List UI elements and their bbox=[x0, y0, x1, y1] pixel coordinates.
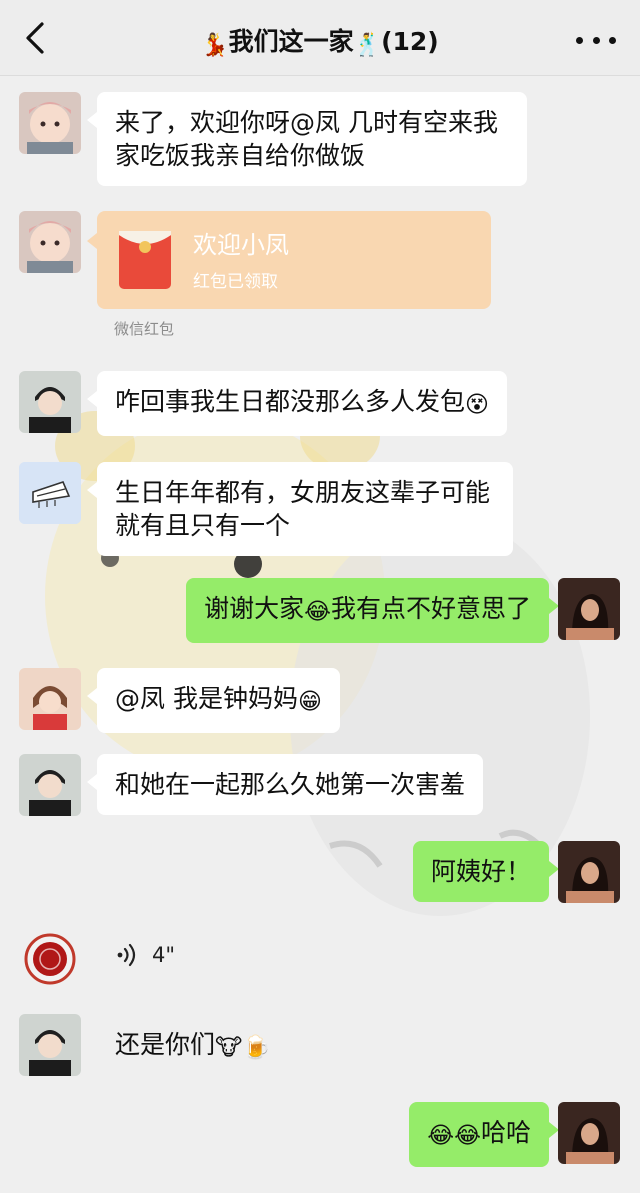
red-packet-card[interactable]: 欢迎小凤 红包已领取 bbox=[87, 211, 491, 309]
man-dancing-emoji-icon: 🕺 bbox=[353, 33, 382, 58]
message-text-plain[interactable]: 还是你们🐮🍺 bbox=[97, 1014, 289, 1079]
self-avatar[interactable] bbox=[558, 578, 620, 640]
voice-duration: 4" bbox=[152, 943, 176, 967]
seal-avatar-icon bbox=[24, 933, 76, 985]
dancer-emoji-icon: 💃 bbox=[201, 33, 229, 58]
message-bubble[interactable]: @凤 我是钟妈妈😁 bbox=[87, 668, 340, 733]
message-text: 和她在一起那么久她第一次害羞 bbox=[115, 770, 466, 799]
message-text: 还是你们 bbox=[115, 1030, 216, 1059]
avatar[interactable] bbox=[19, 462, 81, 524]
chat-header: 💃我们这一家🕺(12) bbox=[0, 0, 640, 76]
message-text: 生日年年都有，女朋友这辈子可能就有且只有一个 bbox=[115, 478, 491, 540]
message-bubble-self[interactable]: 阿姨好！ bbox=[412, 841, 560, 902]
avatar[interactable] bbox=[19, 92, 81, 154]
red-packet-status: 红包已领取 bbox=[193, 272, 278, 292]
tears-of-joy-emoji-icon: 😂 bbox=[304, 599, 331, 625]
red-packet-title: 欢迎小凤 bbox=[193, 231, 289, 259]
voice-wave-icon bbox=[117, 943, 136, 967]
message-text: 来了，欢迎你呀@凤 几时有空来我家吃饭我亲自给你做饭 bbox=[115, 108, 498, 170]
more-options-button[interactable] bbox=[576, 22, 616, 58]
girl-avatar-icon bbox=[19, 668, 81, 730]
message-text: 哈哈 bbox=[480, 1118, 531, 1147]
message-text: 阿姨好！ bbox=[430, 857, 531, 886]
dot-icon bbox=[592, 36, 600, 44]
red-envelope-icon bbox=[119, 231, 171, 289]
grin-emoji-icon: 😁 bbox=[297, 689, 322, 715]
woman-avatar-icon bbox=[558, 578, 620, 640]
dot-icon bbox=[576, 36, 583, 44]
dizzy-emoji-icon: 😵 bbox=[465, 392, 489, 418]
baby-avatar-icon bbox=[19, 211, 81, 273]
tears-of-joy-emoji-icon: 😂😂 bbox=[427, 1123, 481, 1149]
beer-emoji-icon: 🍺 bbox=[242, 1035, 271, 1061]
avatar[interactable] bbox=[19, 754, 81, 816]
message-bubble[interactable]: 咋回事我生日都没那么多人发包😵 bbox=[87, 371, 507, 436]
woman-avatar-icon bbox=[558, 841, 620, 903]
red-packet-label: 微信红包 bbox=[114, 320, 175, 338]
woman-avatar-icon bbox=[558, 1102, 620, 1164]
chat-area[interactable]: 来了，欢迎你呀@凤 几时有空来我家吃饭我亲自给你做饭 欢迎小凤 红包已领取 微信… bbox=[0, 76, 640, 1193]
message-text: 谢谢大家 bbox=[204, 594, 305, 623]
message-bubble[interactable]: 来了，欢迎你呀@凤 几时有空来我家吃饭我亲自给你做饭 bbox=[87, 92, 527, 186]
avatar[interactable] bbox=[19, 211, 81, 273]
self-avatar[interactable] bbox=[558, 841, 620, 903]
young-man-avatar-icon bbox=[19, 1014, 81, 1076]
message-bubble[interactable]: 和她在一起那么久她第一次害羞 bbox=[86, 754, 484, 815]
message-bubble-self[interactable]: 😂😂哈哈 bbox=[409, 1102, 559, 1167]
cake-avatar-icon bbox=[19, 462, 81, 524]
avatar[interactable] bbox=[19, 668, 81, 730]
group-name: 我们这一家 bbox=[228, 27, 354, 56]
avatar[interactable] bbox=[19, 371, 81, 433]
message-text: 咋回事我生日都没那么多人发包 bbox=[115, 387, 466, 416]
cow-emoji-icon: 🐮 bbox=[215, 1035, 243, 1061]
voice-message[interactable]: 4" bbox=[116, 942, 175, 968]
young-man-avatar-icon bbox=[19, 371, 81, 433]
self-avatar[interactable] bbox=[558, 1102, 620, 1164]
avatar[interactable] bbox=[19, 928, 81, 990]
member-count: (12) bbox=[381, 27, 439, 56]
message-bubble-self[interactable]: 谢谢大家😂我有点不好意思了 bbox=[186, 578, 559, 643]
baby-avatar-icon bbox=[19, 92, 81, 154]
young-man-avatar-icon bbox=[19, 754, 81, 816]
dot-icon bbox=[609, 36, 616, 44]
avatar[interactable] bbox=[19, 1014, 81, 1076]
message-bubble[interactable]: 生日年年都有，女朋友这辈子可能就有且只有一个 bbox=[87, 462, 513, 556]
message-text: @凤 我是钟妈妈 bbox=[115, 684, 298, 713]
group-title: 💃我们这一家🕺(12) bbox=[0, 22, 640, 58]
message-text: 我有点不好意思了 bbox=[330, 594, 531, 623]
